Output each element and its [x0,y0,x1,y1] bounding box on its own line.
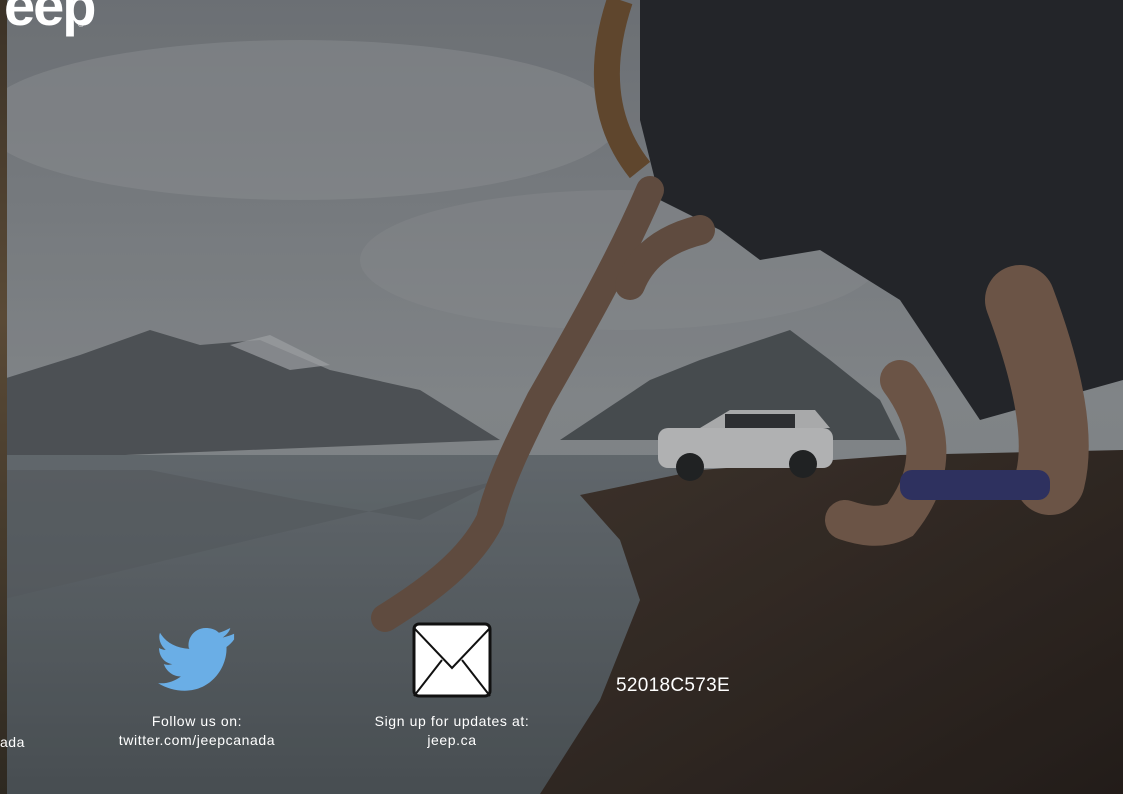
logo-text: eep [4,0,96,37]
document-code: 52018C573E [616,675,730,696]
registered-mark: ® [78,20,84,29]
left-edge-strip [0,0,7,794]
jeep-url[interactable]: jeep.ca [342,731,562,750]
twitter-caption: Follow us on: twitter.com/jeepcanada [87,712,307,750]
envelope-icon[interactable] [412,620,492,700]
twitter-caption-line1: Follow us on: [151,713,243,729]
email-caption: Sign up for updates at: jeep.ca [342,712,562,750]
email-caption-line1: Sign up for updates at: [374,713,530,729]
cut-off-text: ada [0,734,25,750]
twitter-url[interactable]: twitter.com/jeepcanada [87,731,307,750]
twitter-bird-icon[interactable] [158,626,238,696]
